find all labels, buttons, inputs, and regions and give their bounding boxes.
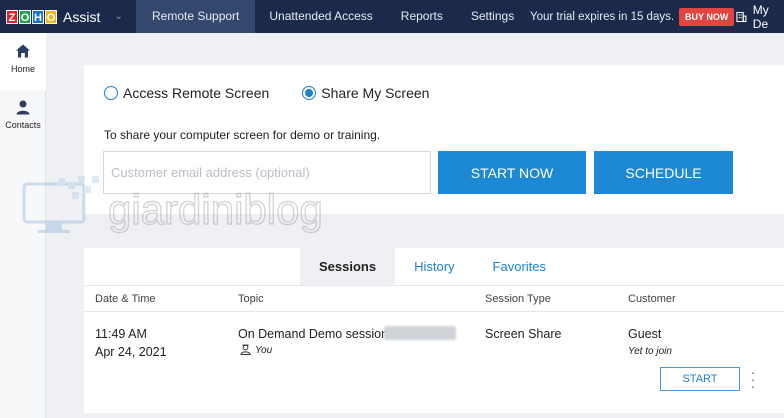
radio-checked-icon (302, 86, 317, 100)
column-customer: Customer (628, 293, 676, 305)
sessions-card: Sessions History Favorites Date & Time T… (84, 248, 784, 413)
session-mode-options: Access Remote Screen Share My Screen (104, 85, 429, 101)
account-menu[interactable]: My De (736, 0, 784, 33)
watermark-text: giardiniblog (108, 186, 323, 233)
column-session-type: Session Type (485, 293, 551, 305)
radio-label: Access Remote Screen (123, 85, 270, 101)
radio-label: Share My Screen (321, 85, 430, 101)
tab-sessions[interactable]: Sessions (300, 248, 396, 285)
redacted-session-id (384, 326, 456, 340)
sidebar-item-label: Contacts (5, 120, 41, 130)
start-session-button[interactable]: START (660, 367, 740, 391)
home-icon (16, 44, 30, 58)
zoho-logo: Z O H O (6, 9, 57, 24)
sidebar-item-label: Home (10, 64, 35, 74)
mode-description: To share your computer screen for demo o… (104, 128, 381, 142)
session-topic: On Demand Demo session # (238, 327, 399, 341)
radio-share-my-screen[interactable]: Share My Screen (302, 85, 429, 101)
top-bar: Z O H O Assist ⌄ Remote Support Unattend… (0, 0, 784, 33)
customer-name: Guest (628, 327, 662, 341)
nav-reports[interactable]: Reports (387, 0, 457, 33)
session-type: Screen Share (485, 327, 562, 341)
contact-icon (16, 100, 30, 115)
app-logo[interactable]: Z O H O Assist ⌄ (0, 0, 136, 33)
tab-history[interactable]: History (395, 248, 473, 285)
nav-remote-support[interactable]: Remote Support (136, 0, 256, 33)
main-nav: Remote Support Unattended Access Reports… (136, 0, 528, 33)
session-tabs: Sessions History Favorites (300, 248, 565, 285)
session-time: 11:49 AM (95, 327, 147, 341)
nav-unattended-access[interactable]: Unattended Access (255, 0, 386, 33)
sidebar-item-home[interactable]: Home (0, 33, 46, 90)
radio-unchecked-icon (104, 86, 118, 100)
nav-settings[interactable]: Settings (457, 0, 528, 33)
building-icon (736, 11, 747, 22)
account-label: My De (752, 2, 769, 31)
sidebar-item-contacts[interactable]: Contacts (0, 95, 46, 145)
start-now-button[interactable]: START NOW (438, 151, 586, 194)
session-date: Apr 24, 2021 (95, 345, 167, 359)
watermark: giardiniblog (22, 176, 324, 234)
radio-access-remote-screen[interactable]: Access Remote Screen (104, 85, 269, 101)
customer-status: Yet to join (628, 346, 672, 357)
buy-now-button[interactable]: BUY NOW (679, 7, 735, 26)
session-owner: You (255, 345, 273, 356)
more-options-icon[interactable]: · · · (750, 365, 756, 393)
chevron-down-icon[interactable]: ⌄ (114, 11, 122, 22)
product-name: Assist (63, 8, 101, 25)
schedule-button[interactable]: SCHEDULE (594, 151, 733, 194)
trial-notice: Your trial expires in 15 days. BUY NOW (530, 0, 735, 33)
technician-icon (240, 344, 251, 355)
tab-favorites[interactable]: Favorites (474, 248, 565, 285)
column-topic: Topic (238, 293, 264, 305)
table-header: Date & Time Topic Session Type Customer (84, 285, 784, 312)
trial-text: Your trial expires in 15 days. (530, 10, 675, 23)
column-date-time: Date & Time (95, 293, 156, 305)
